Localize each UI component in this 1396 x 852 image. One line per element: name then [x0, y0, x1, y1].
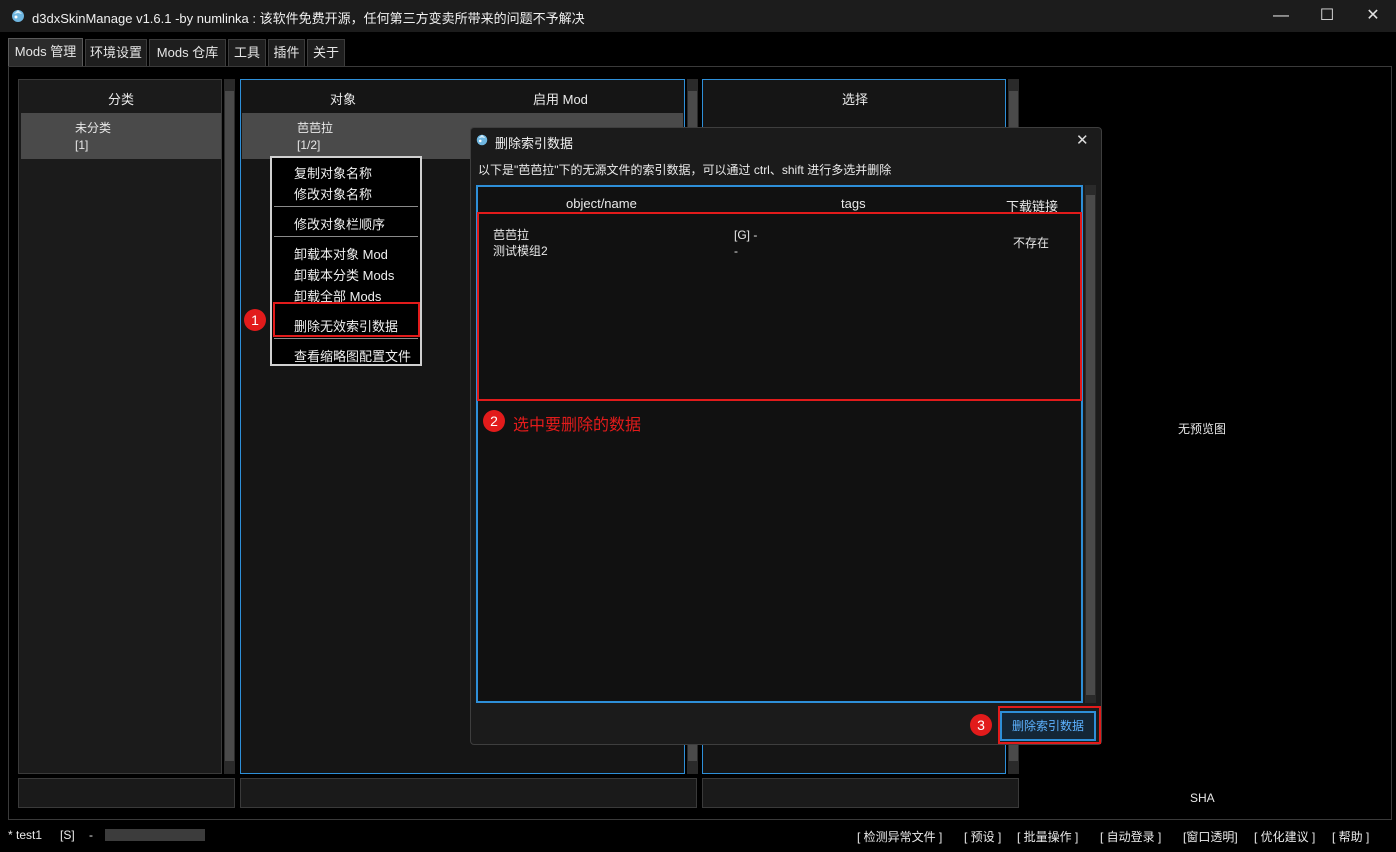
app-logo-icon	[476, 134, 488, 146]
menu-rename-object[interactable]: 修改对象名称	[294, 184, 372, 203]
column-header-tags[interactable]: tags	[841, 196, 866, 211]
annotation-highlight-3	[998, 706, 1101, 744]
column-header-object-name[interactable]: object/name	[566, 196, 637, 211]
sha-label: SHA	[1190, 791, 1215, 805]
annotation-step-1: 1	[244, 309, 266, 331]
category-item-name: 未分类	[75, 121, 112, 135]
annotation-highlight-2	[477, 212, 1082, 401]
object-bottom-field[interactable]	[240, 778, 697, 808]
category-scrollbar[interactable]	[224, 79, 235, 774]
object-item-count: [1/2]	[297, 138, 321, 152]
enabled-mod-header: 启用 Mod	[533, 92, 588, 107]
menu-view-thumbnail-config[interactable]: 查看缩略图配置文件	[294, 346, 411, 365]
select-bottom-field[interactable]	[702, 778, 1019, 808]
window-title: d3dxSkinManage v1.6.1 -by numlinka : 该软件…	[32, 11, 585, 26]
category-scroll-thumb[interactable]	[225, 91, 234, 761]
status-user: * test1	[8, 828, 43, 842]
status-link-check-files[interactable]: [ 检测异常文件 ]	[857, 828, 942, 845]
status-link-auto-login[interactable]: [ 自动登录 ]	[1100, 828, 1161, 845]
annotation-step-2-text: 选中要删除的数据	[513, 417, 642, 434]
status-link-batch[interactable]: [ 批量操作 ]	[1017, 828, 1078, 845]
title-bar: d3dxSkinManage v1.6.1 -by numlinka : 该软件…	[0, 0, 1396, 32]
maximize-button[interactable]: ☐	[1304, 0, 1350, 32]
menu-unload-category-mods[interactable]: 卸载本分类 Mods	[294, 265, 394, 284]
menu-divider	[274, 236, 418, 237]
category-bottom-field[interactable]	[18, 778, 235, 808]
menu-unload-object-mod[interactable]: 卸载本对象 Mod	[294, 244, 388, 263]
menu-divider	[274, 206, 418, 207]
no-preview-text: 无预览图	[1178, 422, 1227, 436]
annotation-highlight-1	[273, 302, 420, 337]
status-flag: [S]	[60, 828, 75, 842]
select-header: 选择	[842, 92, 869, 107]
annotation-step-2: 2	[483, 410, 505, 432]
minimize-button[interactable]: —	[1258, 0, 1304, 32]
status-progress-bar	[105, 829, 205, 841]
status-link-presets[interactable]: [ 预设 ]	[964, 828, 1001, 845]
menu-copy-object-name[interactable]: 复制对象名称	[294, 163, 372, 182]
tab-env-settings[interactable]: 环境设置	[85, 39, 147, 66]
menu-reorder-objects[interactable]: 修改对象栏顺序	[294, 214, 385, 233]
close-window-button[interactable]: ✕	[1350, 0, 1396, 32]
status-link-suggestions[interactable]: [ 优化建议 ]	[1254, 828, 1315, 845]
dialog-title: 删除索引数据	[495, 136, 574, 151]
tab-about[interactable]: 关于	[307, 39, 345, 66]
tab-plugins[interactable]: 插件	[268, 39, 305, 66]
category-item-count: [1]	[75, 138, 89, 152]
object-header: 对象	[330, 92, 357, 107]
status-link-help[interactable]: [ 帮助 ]	[1332, 828, 1369, 845]
app-logo-icon	[12, 10, 24, 22]
annotation-step-3: 3	[970, 714, 992, 736]
status-link-transparency[interactable]: [窗口透明]	[1183, 828, 1238, 845]
tab-tools[interactable]: 工具	[228, 39, 266, 66]
tab-mods-manage[interactable]: Mods 管理	[8, 38, 83, 67]
tab-mods-repo[interactable]: Mods 仓库	[149, 39, 226, 66]
category-item[interactable]: 未分类 [1]	[21, 113, 221, 159]
dialog-close-button[interactable]: ✕	[1076, 131, 1089, 149]
menu-divider	[274, 338, 418, 339]
object-item-name: 芭芭拉	[297, 121, 334, 135]
category-panel: 分类 未分类 [1]	[18, 79, 222, 774]
category-header: 分类	[108, 92, 135, 107]
status-dash: -	[89, 828, 93, 842]
dialog-scroll-thumb[interactable]	[1086, 195, 1095, 695]
dialog-description: 以下是"芭芭拉"下的无源文件的索引数据，可以通过 ctrl、shift 进行多选…	[478, 163, 892, 177]
dialog-scrollbar[interactable]	[1085, 185, 1096, 703]
